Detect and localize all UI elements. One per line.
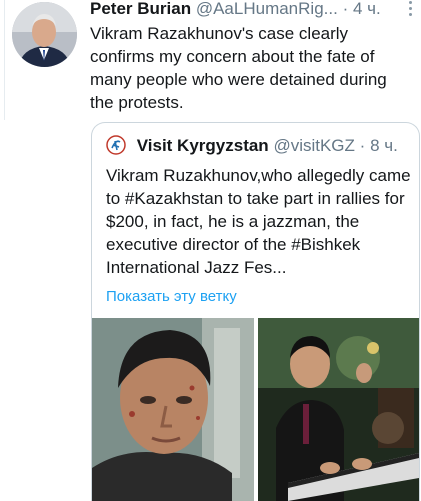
avatar-photo bbox=[12, 2, 77, 67]
author-avatar[interactable] bbox=[12, 2, 77, 67]
more-options-icon[interactable] bbox=[403, 0, 417, 18]
author-handle[interactable]: @AaLHumanRig... bbox=[196, 0, 338, 18]
quoted-author-handle[interactable]: @visitKGZ bbox=[273, 136, 354, 155]
media-photo-keyboard-player[interactable] bbox=[258, 318, 419, 501]
left-panel-edge bbox=[0, 0, 5, 120]
quoted-tweet-header: Visit Kyrgyzstan @visitKGZ · 8 ч. bbox=[106, 135, 398, 157]
tweet-time[interactable]: 4 ч. bbox=[353, 0, 381, 18]
quoted-tweet-text: Vikram Ruzakhunov,who allegedly came to … bbox=[106, 166, 411, 277]
show-thread-link[interactable]: Показать эту ветку bbox=[106, 288, 237, 305]
quoted-tweet[interactable]: Visit Kyrgyzstan @visitKGZ · 8 ч. Vikram… bbox=[91, 122, 420, 501]
author-name[interactable]: Peter Burian bbox=[90, 0, 191, 18]
header-separator: · bbox=[342, 0, 349, 18]
quoted-author-name[interactable]: Visit Kyrgyzstan bbox=[137, 136, 269, 155]
visit-kyrgyzstan-logo-icon bbox=[106, 135, 126, 155]
tweet-text: Vikram Razakhunov's case clearly confirm… bbox=[90, 24, 387, 112]
quoted-header-separator: · bbox=[359, 136, 366, 155]
media-photo-portrait[interactable] bbox=[92, 318, 254, 501]
tweet-header: Peter Burian @AaLHumanRig... · 4 ч. bbox=[90, 0, 418, 20]
quoted-tweet-time[interactable]: 8 ч. bbox=[370, 136, 398, 155]
